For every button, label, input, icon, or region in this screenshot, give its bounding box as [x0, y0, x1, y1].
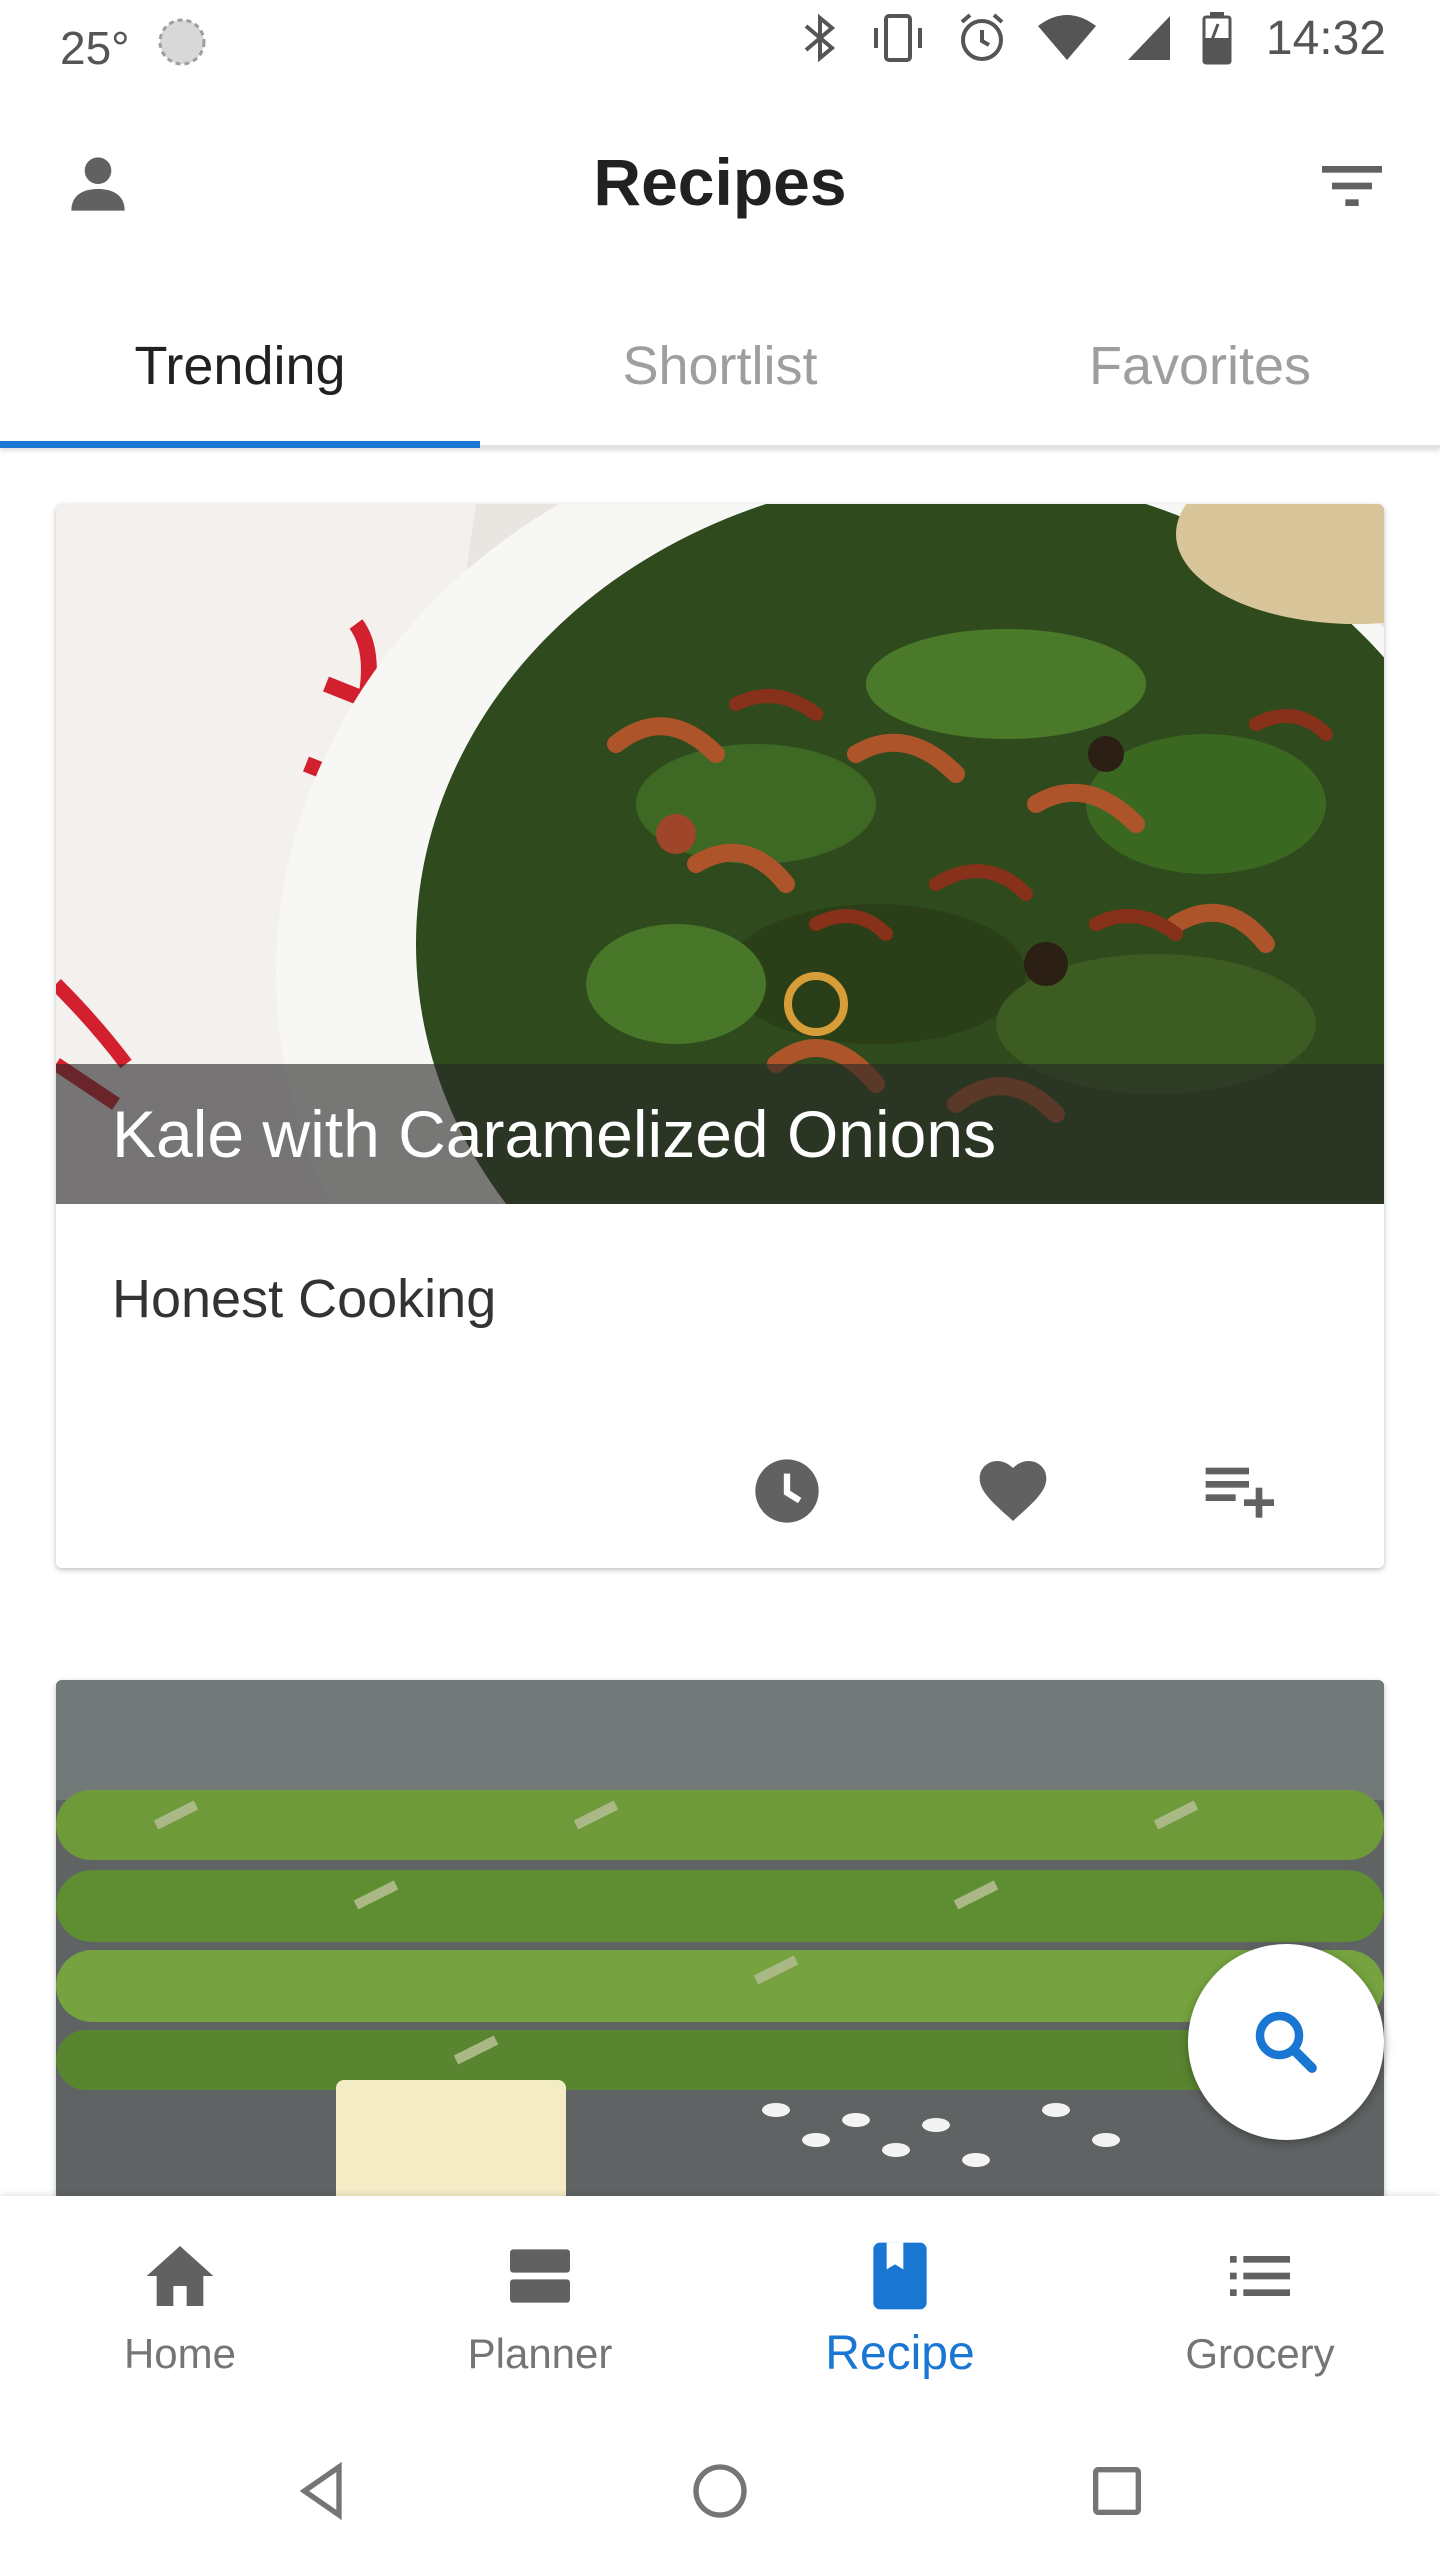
tab-bar: Trending Shortlist Favorites: [0, 284, 1440, 448]
recents-button[interactable]: [1072, 2446, 1162, 2536]
wifi-icon: [1036, 10, 1098, 66]
back-icon: [299, 2461, 342, 2521]
search-button[interactable]: [1188, 1944, 1384, 2140]
recipe-title: Kale with Caramelized Onions: [112, 1097, 997, 1171]
search-icon: [1255, 2011, 1317, 2073]
temperature-text: 25°: [60, 21, 130, 74]
bluetooth-icon: [798, 10, 842, 66]
filter-icon: [1322, 166, 1382, 206]
nav-label: Planner: [467, 2330, 613, 2377]
recipe-source: Honest Cooking: [112, 1269, 497, 1329]
tab-shortlist[interactable]: Shortlist: [480, 284, 960, 448]
tab-indicator: [0, 441, 480, 448]
book-icon: [850, 2226, 950, 2326]
back-button[interactable]: [278, 2446, 368, 2536]
status-bar: 25° 14:32: [0, 0, 1440, 84]
nav-grocery[interactable]: Grocery: [1080, 2196, 1440, 2404]
alarm-icon: [954, 10, 1010, 66]
nav-home[interactable]: Home: [0, 2196, 360, 2404]
playlist-add-icon: [1205, 1467, 1274, 1518]
nav-recipe[interactable]: Recipe: [720, 2196, 1080, 2404]
weather-icon: [154, 14, 210, 81]
page-title: Recipes: [593, 145, 847, 219]
home-icon: [130, 2226, 230, 2326]
filter-button[interactable]: [1312, 146, 1392, 226]
nav-label: Grocery: [1185, 2330, 1335, 2377]
recipe-image[interactable]: [56, 1680, 1384, 2200]
app-bar: Recipes: [0, 84, 1440, 284]
list-icon: [1210, 2226, 1310, 2326]
add-to-list-button[interactable]: [1184, 1436, 1294, 1546]
bottom-nav: Home Planner Recipe Grocery: [0, 2196, 1440, 2404]
circle-home-icon: [693, 2464, 747, 2518]
nav-planner[interactable]: Planner: [360, 2196, 720, 2404]
recipe-card[interactable]: [56, 1680, 1384, 2200]
nav-label: Recipe: [825, 2327, 975, 2380]
home-system-button[interactable]: [675, 2446, 765, 2536]
system-nav-bar: [0, 2404, 1440, 2560]
tab-favorites[interactable]: Favorites: [960, 284, 1440, 448]
planner-icon: [490, 2226, 590, 2326]
vibrate-icon: [868, 10, 928, 66]
heart-icon: [979, 1461, 1047, 1521]
recipe-image[interactable]: Kale with Caramelized Onions: [56, 504, 1384, 1204]
battery-icon: [1200, 10, 1234, 66]
recipe-card[interactable]: Kale with Caramelized Onions Honest Cook…: [56, 504, 1384, 1568]
signal-icon: [1124, 10, 1174, 66]
clock-text: 14:32: [1265, 11, 1386, 65]
square-recents-icon: [1093, 2467, 1141, 2515]
clock-icon: [755, 1459, 819, 1523]
favorite-button[interactable]: [958, 1436, 1068, 1546]
tab-trending[interactable]: Trending: [0, 284, 480, 448]
schedule-button[interactable]: [732, 1436, 842, 1546]
nav-label: Home: [123, 2330, 237, 2377]
